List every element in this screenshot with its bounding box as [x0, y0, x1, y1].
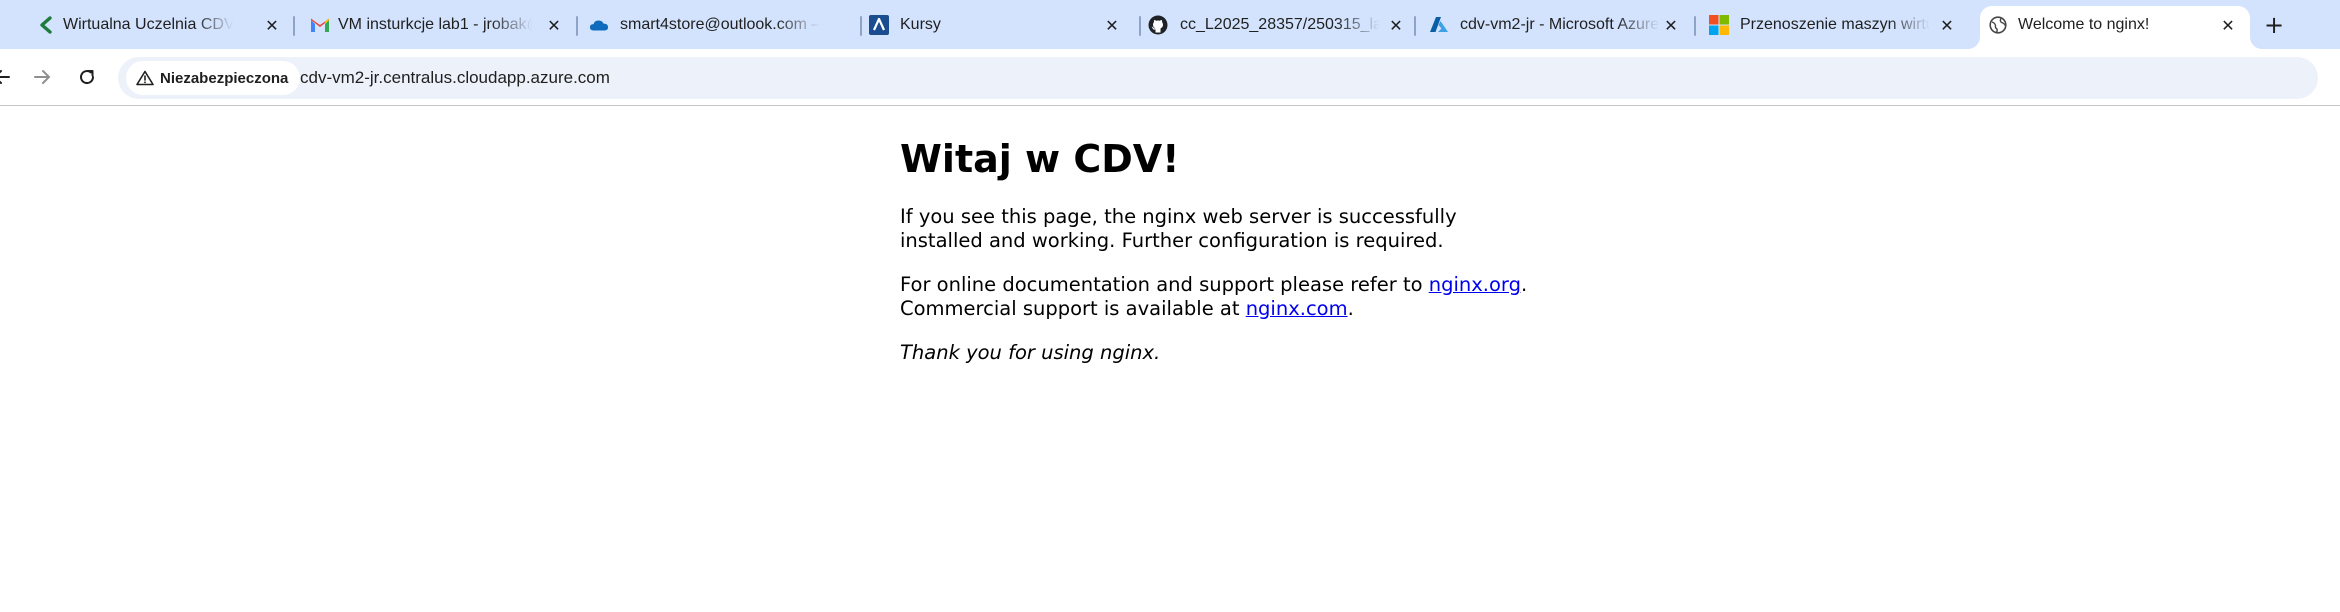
tab-title: Kursy [900, 16, 941, 33]
close-tab-icon[interactable]: ✕ [1102, 15, 1122, 35]
tab-separator [860, 16, 862, 36]
address-bar[interactable]: Niezabezpieczona cdv-vm2-jr.centralus.cl… [118, 57, 2318, 99]
nginx-com-link[interactable]: nginx.com [1246, 297, 1348, 320]
globe-icon [1988, 15, 2008, 35]
microsoft-icon [1709, 15, 1729, 35]
tab-onedrive[interactable]: smart4store@outlook.com – [580, 6, 856, 44]
nginx-org-link[interactable]: nginx.org [1429, 273, 1521, 296]
paragraph-installed: If you see this page, the nginx web serv… [900, 205, 1457, 252]
doc-text: For online documentation and support ple… [900, 273, 1429, 296]
tab-title: cc_L2025_28357/250315_lap [1180, 16, 1380, 33]
security-chip[interactable]: Niezabezpieczona [126, 61, 301, 95]
page-viewport: Witaj w CDV! If you see this page, the n… [0, 107, 2340, 612]
tab-github[interactable]: cc_L2025_28357/250315_lap ✕ [1146, 6, 1422, 44]
commercial-support-text: Commercial support is available at [900, 297, 1246, 320]
forward-button[interactable] [26, 61, 58, 93]
tab-separator [576, 16, 578, 36]
tab-separator [293, 16, 295, 36]
doc-text-suffix: . [1347, 297, 1354, 320]
reload-button[interactable] [71, 61, 103, 93]
security-label: Niezabezpieczona [160, 69, 289, 87]
tab-separator [1139, 16, 1141, 36]
paragraph-documentation: For online documentation and support ple… [900, 273, 1540, 321]
thanks-text: Thank you for using nginx. [900, 341, 1161, 364]
tab-przenoszenie[interactable]: Przenoszenie maszyn wirtual ✕ [1706, 6, 1982, 44]
moodle-kursy-icon [869, 15, 889, 35]
tab-separator [1694, 16, 1696, 36]
nginx-welcome-content: Witaj w CDV! If you see this page, the n… [900, 137, 1540, 385]
page-heading: Witaj w CDV! [900, 137, 1180, 181]
arrow-left-icon [0, 70, 10, 84]
reload-icon [80, 70, 95, 85]
tab-title: Wirtualna Uczelnia CDV [63, 16, 233, 33]
tab-wirtualna-uczelnia[interactable]: Wirtualna Uczelnia CDV ✕ [12, 6, 288, 44]
arrow-right-icon [34, 70, 51, 84]
onedrive-cloud-icon [589, 15, 609, 35]
close-tab-icon[interactable]: ✕ [544, 15, 564, 35]
azure-icon [1429, 15, 1449, 35]
tab-separator [1414, 16, 1416, 36]
close-tab-icon[interactable]: ✕ [2218, 15, 2238, 35]
gmail-icon [310, 15, 330, 35]
close-tab-icon[interactable]: ✕ [1937, 15, 1957, 35]
browser-toolbar: Niezabezpieczona cdv-vm2-jr.centralus.cl… [0, 49, 2340, 106]
tab-strip: Wirtualna Uczelnia CDV ✕ VM insturkcje l… [0, 0, 2340, 49]
tab-vm-instrukcje[interactable]: VM insturkcje lab1 - jrobak@ ✕ [298, 6, 574, 44]
back-button[interactable] [0, 61, 18, 93]
tab-title: Welcome to nginx! [2018, 16, 2150, 33]
tab-kursy[interactable]: Kursy ✕ [864, 6, 1140, 44]
tab-title: cdv-vm2-jr - Microsoft Azure [1460, 16, 1660, 33]
github-icon [1148, 15, 1168, 35]
tab-title: VM insturkcje lab1 - jrobak@ [338, 16, 533, 33]
new-tab-button[interactable]: + [2260, 11, 2288, 39]
url-text[interactable]: cdv-vm2-jr.centralus.cloudapp.azure.com [300, 57, 610, 99]
close-tab-icon[interactable]: ✕ [262, 15, 282, 35]
cdv-chevron-icon [36, 15, 56, 35]
warning-triangle-icon [136, 70, 154, 86]
paragraph-thanks: Thank you for using nginx. [900, 341, 1540, 365]
tab-azure[interactable]: cdv-vm2-jr - Microsoft Azure ✕ [1426, 6, 1686, 44]
close-tab-icon[interactable]: ✕ [1386, 15, 1406, 35]
tab-title: smart4store@outlook.com – [620, 16, 820, 33]
close-tab-icon[interactable]: ✕ [1661, 15, 1681, 35]
tab-welcome-nginx[interactable]: Welcome to nginx! ✕ [1980, 6, 2250, 49]
tab-title: Przenoszenie maszyn wirtual [1740, 16, 1930, 33]
